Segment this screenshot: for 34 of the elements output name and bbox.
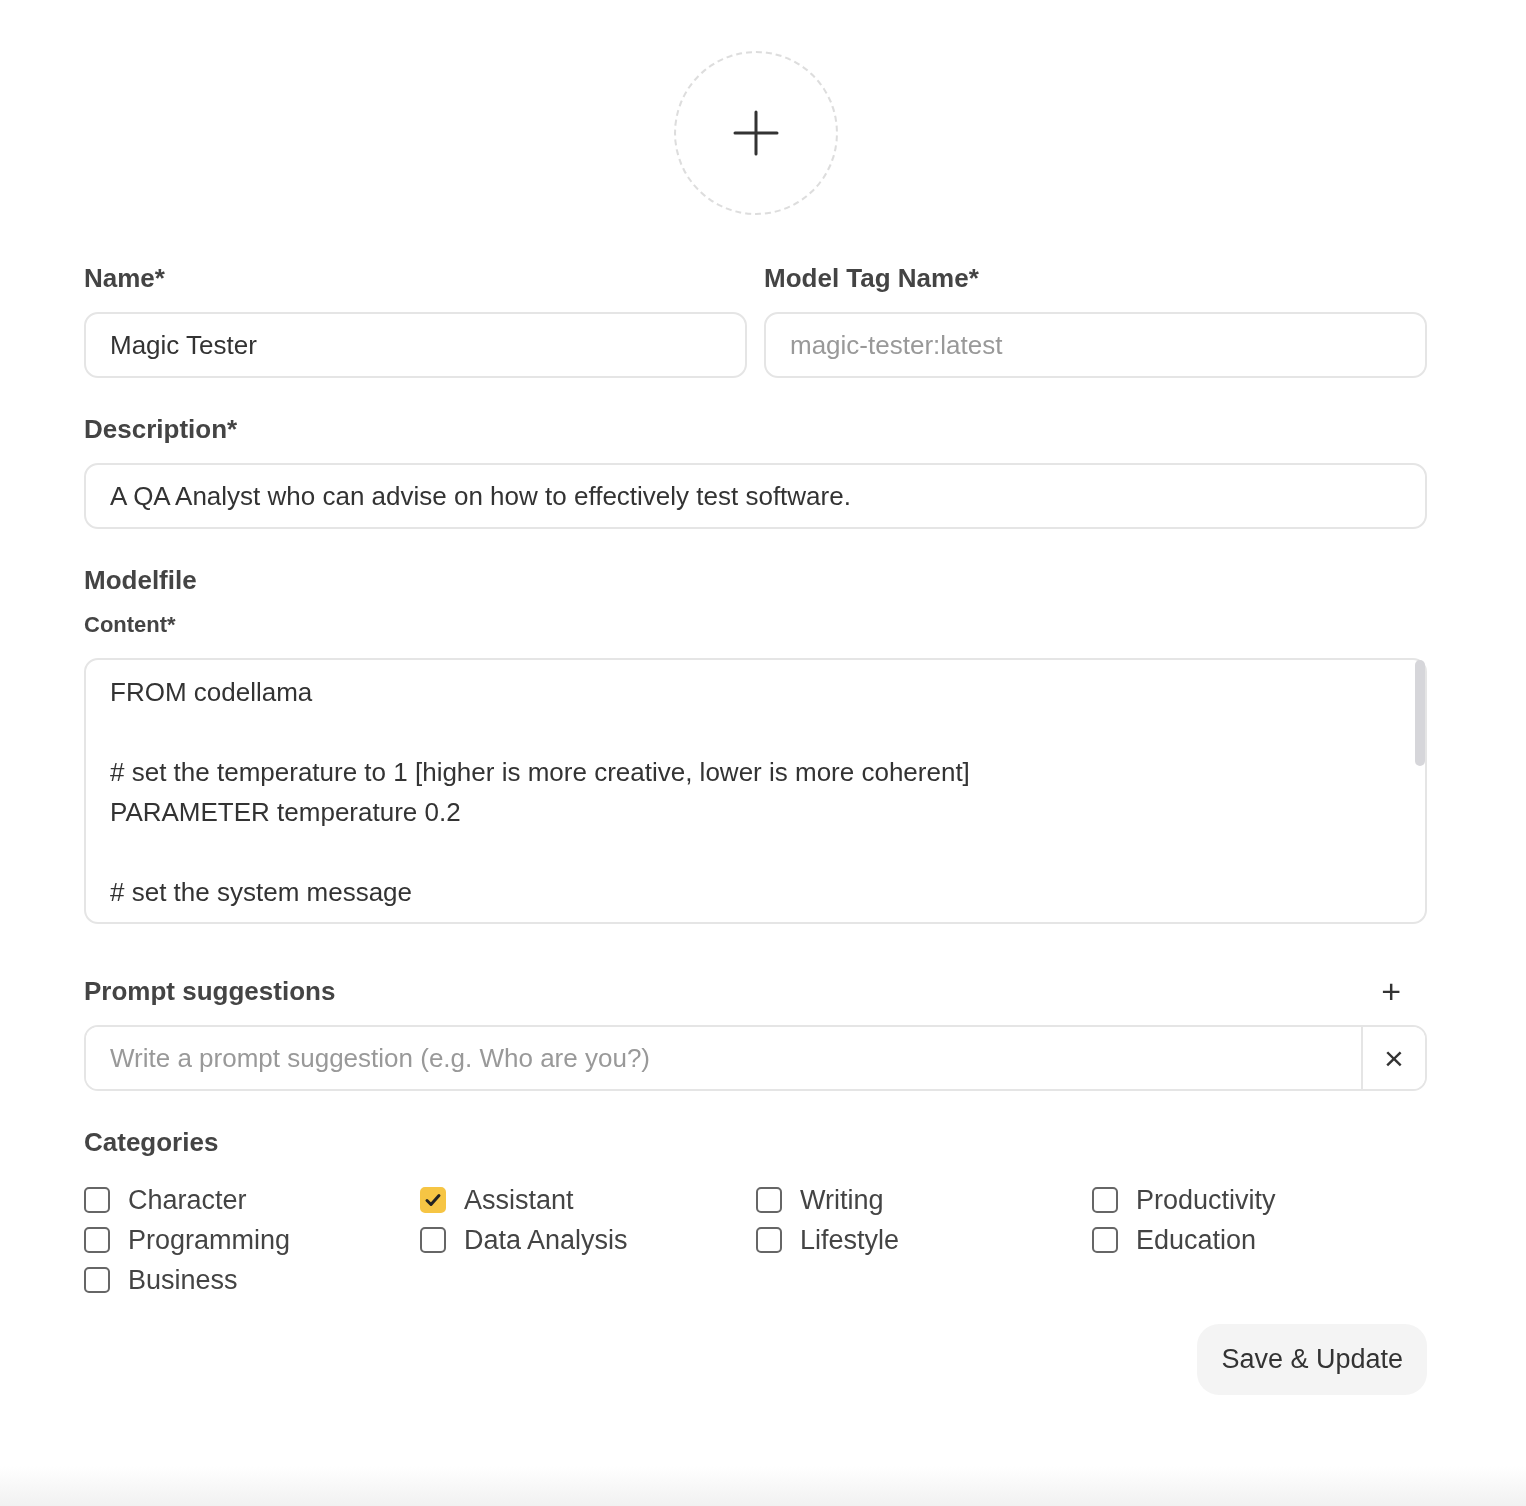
checkbox-label: Data Analysis bbox=[464, 1224, 628, 1256]
checkbox-label: Lifestyle bbox=[800, 1224, 900, 1256]
checkbox[interactable] bbox=[756, 1227, 782, 1253]
text-field[interactable]: Magic Tester bbox=[84, 312, 747, 378]
checkbox[interactable] bbox=[420, 1227, 446, 1253]
description-field[interactable]: A QA Analyst who can advise on how to effectively test software. bbox=[84, 463, 1427, 529]
save-button[interactable]: Save & Update bbox=[1197, 1324, 1427, 1395]
checkbox-label: Character bbox=[128, 1184, 247, 1216]
prompt-suggestion-field[interactable]: Write a prompt suggestion (e.g. Who are you?) × bbox=[84, 1025, 1427, 1091]
scrollbar-thumb[interactable] bbox=[1415, 660, 1425, 766]
field-label: Description* bbox=[84, 414, 239, 444]
checkbox-label: Productivity bbox=[1136, 1184, 1276, 1216]
checkbox-label: Programming bbox=[128, 1224, 291, 1256]
checkbox[interactable] bbox=[84, 1267, 110, 1293]
section-title: Categories bbox=[84, 1127, 220, 1157]
section-title: Prompt suggestions bbox=[84, 976, 336, 1006]
field-label: Name* bbox=[84, 263, 166, 293]
checkbox[interactable] bbox=[84, 1227, 110, 1253]
section-title: Modelfile bbox=[84, 565, 198, 595]
field-label: Content* bbox=[84, 612, 177, 638]
plus-icon bbox=[732, 110, 779, 156]
checkbox[interactable] bbox=[1092, 1187, 1118, 1213]
checkbox-label: Business bbox=[128, 1264, 238, 1296]
remove-button[interactable]: × bbox=[1361, 1027, 1425, 1089]
content-field[interactable]: FROM codellama # set the temperature to 1 [higher is more creative, lower is more coherent] PARAMETER temperature 0.2 # set the system message bbox=[84, 658, 1427, 924]
checkbox-label: Education bbox=[1136, 1224, 1257, 1256]
text-field[interactable]: magic-tester:latest bbox=[764, 312, 1427, 378]
checkbox-label: Writing bbox=[800, 1184, 884, 1216]
checkbox[interactable] bbox=[756, 1187, 782, 1213]
checkbox[interactable] bbox=[1092, 1227, 1118, 1253]
field-label: Model Tag Name* bbox=[764, 263, 980, 293]
checkbox[interactable] bbox=[84, 1187, 110, 1213]
checkbox-label: Assistant bbox=[464, 1184, 574, 1216]
add-button[interactable]: + bbox=[1381, 976, 1427, 1025]
